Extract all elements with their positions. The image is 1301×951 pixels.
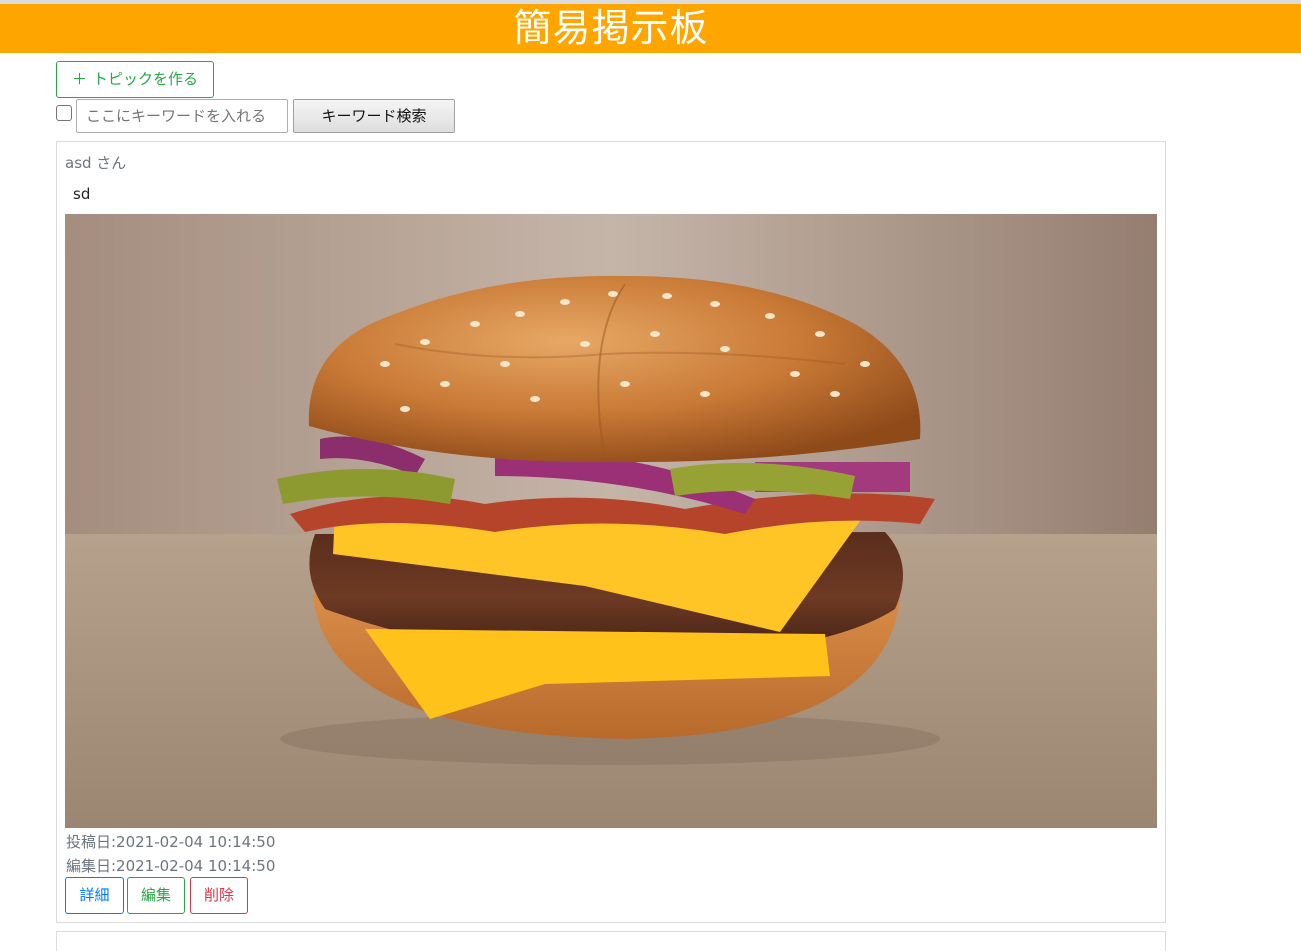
post-created-date: 投稿日:2021-02-04 10:14:50: [66, 833, 276, 851]
site-title: 簡易掲示板: [513, 6, 709, 50]
detail-button[interactable]: 詳細: [65, 877, 124, 914]
post-edited-date: 編集日:2021-02-04 10:14:50: [66, 857, 276, 875]
create-topic-button[interactable]: ＋ トピックを作る: [56, 61, 214, 98]
edit-button[interactable]: 編集: [127, 877, 185, 914]
post-author: asd さん: [65, 154, 127, 172]
keyword-search-button[interactable]: キーワード検索: [293, 99, 455, 133]
delete-button[interactable]: 削除: [190, 877, 248, 914]
post-body: sd: [73, 185, 91, 203]
post-card: asd さん sd 投稿日:2021-02-04 10:14:50 編集日:20…: [56, 141, 1166, 923]
keyword-search-input[interactable]: [76, 99, 288, 133]
site-header: 簡易掲示板: [0, 4, 1301, 53]
plus-icon: ＋: [71, 70, 87, 88]
search-checkbox[interactable]: [56, 105, 72, 121]
burger-photo: [65, 214, 1157, 828]
next-post-card: [56, 931, 1166, 951]
create-topic-label: トピックを作る: [93, 70, 199, 88]
